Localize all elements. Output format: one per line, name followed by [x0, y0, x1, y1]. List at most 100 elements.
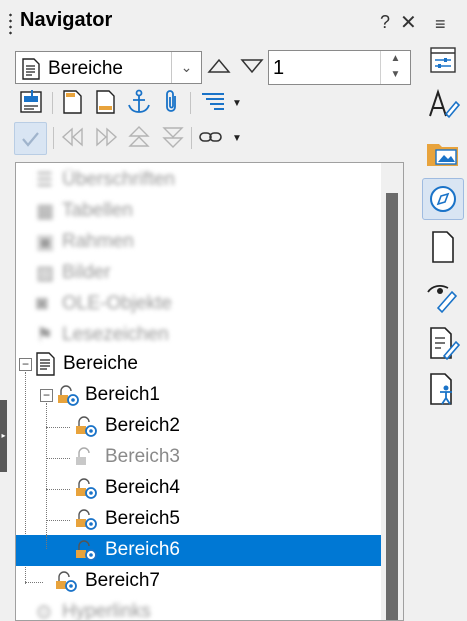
- sidebar-tab-accessibility-check[interactable]: [422, 368, 464, 410]
- bookmark-flag-icon: ⚑: [36, 325, 54, 346]
- tree-item-label: Bereich6: [105, 539, 180, 560]
- section-document-icon: [36, 352, 55, 376]
- heading-levels-dropdown-icon[interactable]: ▼: [232, 98, 242, 109]
- hyperlink-icon: ⊙: [36, 602, 52, 621]
- spin-up-icon[interactable]: ▲: [381, 51, 410, 67]
- image-icon: ▨: [36, 263, 54, 284]
- tree-item-label: Bereich7: [85, 570, 160, 591]
- sidebar-tab-manage-changes[interactable]: [422, 322, 464, 364]
- frame-icon: ▣: [36, 232, 54, 253]
- promote-level-icon[interactable]: [126, 124, 152, 150]
- document-icon: [22, 58, 40, 80]
- tree-item-bereich6[interactable]: Bereich6: [16, 535, 382, 566]
- navigator-icon: [430, 186, 456, 212]
- tree-item-label: Bereiche: [63, 353, 138, 374]
- section-lock-icon: [58, 385, 79, 406]
- section-lock-icon: [76, 416, 97, 437]
- tree-item-label: Bereich5: [105, 508, 180, 529]
- attachment-icon[interactable]: [160, 89, 182, 115]
- separator: [191, 127, 192, 149]
- tree-item-tables[interactable]: ▦ Tabellen: [16, 196, 382, 227]
- spin-down-icon[interactable]: ▼: [381, 67, 410, 83]
- sidebar-menu-icon[interactable]: ≡: [435, 14, 446, 35]
- help-button[interactable]: ?: [380, 12, 390, 33]
- tree-item-label: Lesezeichen: [62, 324, 169, 345]
- list-icon: ☰: [36, 170, 54, 191]
- content-view-toggle[interactable]: [14, 122, 47, 155]
- collapse-icon[interactable]: −: [19, 358, 32, 371]
- collapse-icon[interactable]: −: [40, 389, 53, 402]
- accessibility-check-icon: [430, 373, 452, 405]
- footer-icon[interactable]: [95, 89, 117, 115]
- tree-item-images[interactable]: ▨ Bilder: [16, 258, 382, 289]
- checkmark-icon: [22, 132, 39, 147]
- tree-item-label: Bereich2: [105, 415, 180, 436]
- hidden-section-lock-icon: [76, 447, 90, 465]
- tree-item-label: Rahmen: [62, 231, 134, 252]
- promote-chapter-icon[interactable]: [60, 126, 86, 148]
- tree-item-bereich2[interactable]: Bereich2: [16, 411, 382, 442]
- tree-connector: [46, 535, 47, 549]
- vertical-scrollbar[interactable]: [381, 163, 403, 620]
- section-lock-icon: [76, 509, 97, 530]
- table-icon: ▦: [36, 201, 54, 222]
- ole-object-icon: ◙: [36, 293, 48, 314]
- sidebar-tab-navigator[interactable]: [422, 178, 464, 220]
- tree-item-label: Tabellen: [62, 200, 133, 221]
- drag-grip-icon[interactable]: [9, 12, 12, 36]
- tree-item-hyperlinks[interactable]: ⊙ Hyperlinks: [16, 597, 382, 621]
- drag-mode-link-icon[interactable]: [198, 128, 224, 146]
- close-button[interactable]: ✕: [400, 10, 417, 35]
- tree-item-label: Bereich3: [105, 446, 180, 467]
- previous-up-icon[interactable]: [207, 57, 231, 75]
- navigator-tree[interactable]: ☰ Überschriften ▦ Tabellen ▣ Rahmen ▨ Bi…: [15, 162, 404, 621]
- header-icon[interactable]: [62, 89, 84, 115]
- tree-item-bereich4[interactable]: Bereich4: [16, 473, 382, 504]
- next-down-icon[interactable]: [240, 57, 264, 75]
- sidebar-tab-page[interactable]: [422, 226, 464, 268]
- spin-value: 1: [273, 57, 285, 79]
- tree-item-bereich1[interactable]: − Bereich1: [16, 380, 382, 411]
- sidebar-tab-properties[interactable]: [422, 40, 464, 82]
- sidebar-tab-gallery[interactable]: [422, 132, 464, 174]
- tree-item-label: Hyperlinks: [62, 601, 151, 621]
- separator: [190, 92, 191, 114]
- tree-item-label: Bereich4: [105, 477, 180, 498]
- properties-icon: [430, 47, 456, 73]
- sidebar-tab-style-inspector[interactable]: [422, 274, 464, 316]
- scrollbar-thumb[interactable]: [386, 193, 398, 620]
- category-select-value: Bereiche: [48, 58, 123, 79]
- manage-changes-icon: [430, 327, 461, 361]
- section-lock-icon: [76, 540, 97, 561]
- tree-item-bereich3[interactable]: Bereich3: [16, 442, 382, 473]
- tree-item-label: Überschriften: [62, 169, 175, 190]
- sidebar-tab-styles[interactable]: [422, 84, 464, 126]
- page-icon: [432, 231, 454, 263]
- style-inspector-icon: [427, 285, 458, 314]
- tree-item-frames[interactable]: ▣ Rahmen: [16, 227, 382, 258]
- panel-title: Navigator: [20, 9, 113, 31]
- separator: [52, 92, 53, 114]
- tree-item-sections[interactable]: − Bereiche: [16, 349, 382, 380]
- tree-item-bereich7[interactable]: Bereich7: [16, 566, 382, 597]
- tree-item-ole-objects[interactable]: ◙ OLE-Objekte: [16, 289, 382, 320]
- tree-item-label: Bereich1: [85, 384, 160, 405]
- sidebar-tab-bar: ≡: [419, 0, 467, 621]
- tree-item-headings[interactable]: ☰ Überschriften: [16, 165, 382, 196]
- go-to-page-spinbox[interactable]: 1 ▲ ▼: [268, 50, 411, 85]
- anchor-icon[interactable]: [126, 89, 152, 115]
- tree-item-label: Bilder: [62, 262, 111, 283]
- tree-item-bereich5[interactable]: Bereich5: [16, 504, 382, 535]
- drag-mode-dropdown-icon[interactable]: ▼: [232, 133, 242, 144]
- category-select[interactable]: Bereiche ⌄: [15, 51, 202, 84]
- heading-levels-icon[interactable]: [200, 91, 228, 113]
- chevron-down-icon[interactable]: ⌄: [171, 52, 201, 83]
- demote-level-icon[interactable]: [160, 124, 186, 150]
- sidebar-collapse-handle[interactable]: ▸: [0, 400, 7, 472]
- styles-icon: [429, 88, 461, 119]
- content-navigation-icon[interactable]: [18, 89, 46, 115]
- tree-item-label: OLE-Objekte: [62, 293, 172, 314]
- tree-item-bookmarks[interactable]: ⚑ Lesezeichen: [16, 320, 382, 351]
- section-lock-icon: [56, 571, 77, 592]
- demote-chapter-icon[interactable]: [93, 126, 119, 148]
